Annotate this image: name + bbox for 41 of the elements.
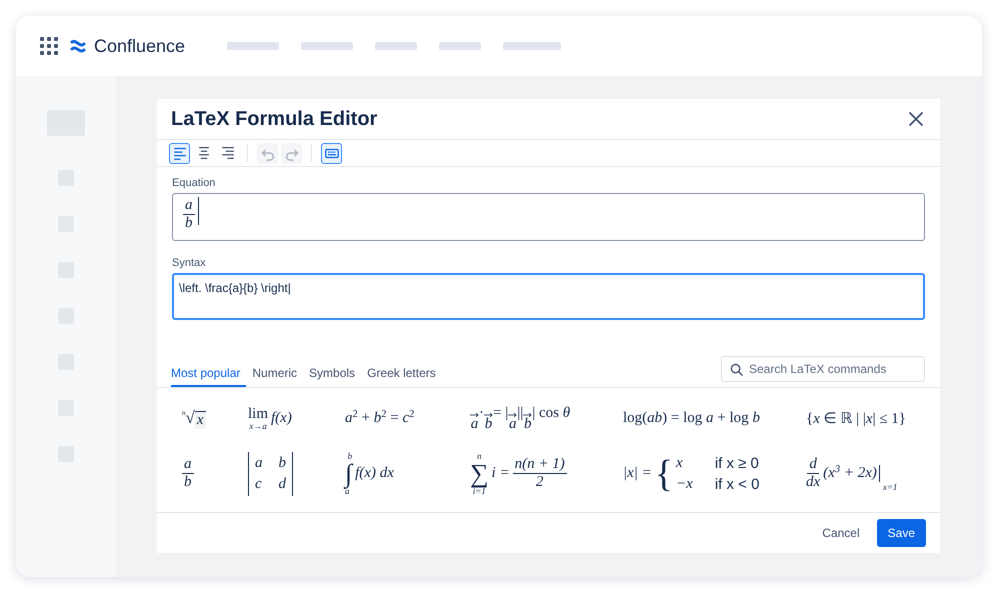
nav-placeholder <box>227 42 280 50</box>
app-grid-icon[interactable] <box>40 37 58 55</box>
save-button[interactable]: Save <box>876 519 926 547</box>
align-left-button[interactable] <box>169 142 190 164</box>
close-icon[interactable] <box>908 111 924 127</box>
field-label: Syntax <box>172 257 206 269</box>
nav-placeholder <box>439 42 482 50</box>
vector-arrow-icon <box>470 413 479 418</box>
align-left-icon <box>172 145 188 161</box>
integral-sign: ∫ <box>345 460 352 487</box>
nav-placeholder <box>503 42 562 50</box>
formula-preview: a b <box>183 197 194 232</box>
dialog-title: LaTeX Formula Editor <box>171 108 378 130</box>
radical-sign: √ <box>186 408 195 426</box>
category-tab[interactable]: Greek letters <box>367 364 442 387</box>
brace: { <box>654 454 674 493</box>
equation-field[interactable]: a b <box>172 193 925 241</box>
align-right-icon <box>220 145 236 161</box>
category-tab[interactable]: Numeric <box>252 364 304 387</box>
nav-placeholder <box>301 42 354 50</box>
keyboard-button[interactable] <box>321 142 342 164</box>
formula-template[interactable]: log(ab) = log a + log b <box>623 410 760 428</box>
vector-arrow-icon <box>523 413 532 418</box>
formula-template[interactable]: a$^{2}$ + b$^{2}$ = c$^{2}$ <box>345 410 414 428</box>
nav-placeholder <box>375 42 418 50</box>
formula-template[interactable]: a · b = | a || b | cos θ <box>470 405 570 432</box>
formula-template[interactable]: b ∫ a f(x) dx <box>345 452 394 496</box>
syntax-field[interactable]: \left. \frac{a}{b} \right| <box>172 273 925 320</box>
formula-template[interactable]: {x ∈ ℝ | |x| ≤ 1} <box>806 409 906 428</box>
formula-template[interactable]: a b <box>182 456 194 492</box>
sum-sign: ∑ <box>470 460 489 487</box>
category-tab[interactable]: Most popular <box>171 364 246 387</box>
field-label: Equation <box>172 177 216 189</box>
vector-arrow-icon <box>508 413 518 418</box>
vector-arrow-icon <box>484 413 493 418</box>
search-field[interactable]: Search LaTeX commands <box>721 356 925 382</box>
logo-icon <box>70 38 86 54</box>
formula-template[interactable]: a b c d <box>248 452 293 496</box>
cancel-button[interactable]: Cancel <box>811 519 871 547</box>
app-name: Confluence <box>94 36 186 56</box>
category-tab[interactable]: Symbols <box>309 364 362 387</box>
